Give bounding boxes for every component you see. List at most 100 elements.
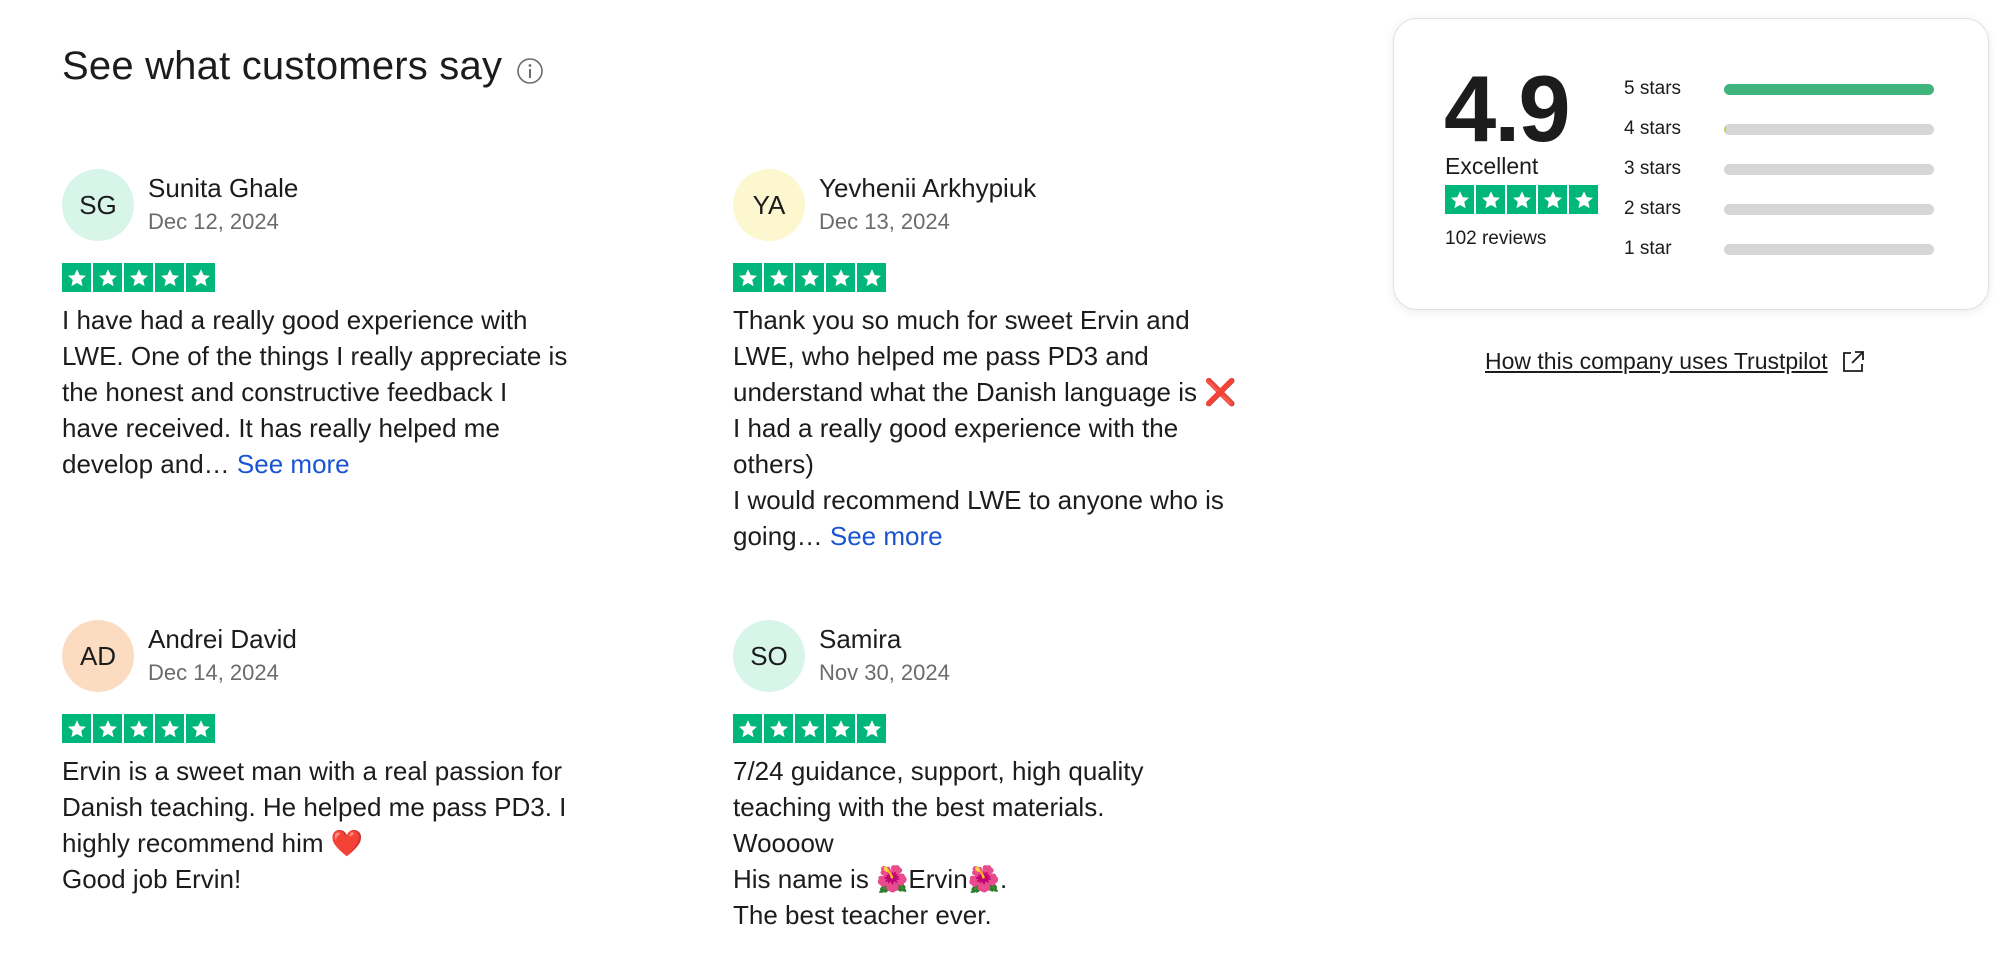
review-header: YA Yevhenii Arkhypiuk Dec 13, 2024 <box>733 169 1293 241</box>
review-line-text: I would recommend LWE to anyone who is <box>733 485 1224 515</box>
star-icon <box>1507 185 1536 214</box>
star-icon <box>795 263 824 292</box>
star-icon <box>857 714 886 743</box>
review-line-text: The best teacher ever. <box>733 900 992 930</box>
review-card: AD Andrei David Dec 14, 2024 Ervin is a swe… <box>62 620 622 897</box>
review-text: Thank you so much for sweet Ervin and LWE… <box>733 302 1293 554</box>
trustpilot-link-text[interactable]: How this company uses Trustpilot <box>1485 348 1828 375</box>
review-text-line: going… See more <box>733 518 1293 554</box>
distribution-label: 5 stars <box>1624 78 1682 99</box>
review-text-line: develop and… See more <box>62 446 622 482</box>
review-line-text: LWE. One of the things I really apprecia… <box>62 341 568 371</box>
star-icon <box>124 714 153 743</box>
review-line-text: the honest and constructive feedback I <box>62 377 508 407</box>
star-icon <box>1569 185 1598 214</box>
star-icon <box>124 263 153 292</box>
review-text-line: the honest and constructive feedback I <box>62 374 622 410</box>
review-text: Ervin is a sweet man with a real passion… <box>62 753 622 897</box>
review-text-line: 7/24 guidance, support, high quality <box>733 753 1293 789</box>
distribution-bar-fill <box>1724 123 1727 135</box>
distribution-row[interactable]: 5 stars <box>1624 69 1934 109</box>
review-card: SO Samira Nov 30, 2024 7/24 guidance, suppo… <box>733 620 1293 933</box>
review-line-text: highly recommend him ❤️ <box>62 828 364 858</box>
review-text-line: I have had a really good experience with <box>62 302 622 338</box>
star-icon <box>1476 185 1505 214</box>
review-line-text: I have had a really good experience with <box>62 305 528 335</box>
review-line-text: Ervin is a sweet man with a real passion… <box>62 756 562 786</box>
review-text-line: LWE, who helped me pass PD3 and <box>733 338 1293 374</box>
distribution-label: 4 stars <box>1624 118 1682 139</box>
review-text-line: Thank you so much for sweet Ervin and <box>733 302 1293 338</box>
star-icon <box>93 714 122 743</box>
reviewer-name: Samira <box>819 624 902 654</box>
review-text: I have had a really good experience with… <box>62 302 622 482</box>
avatar: YA <box>733 169 805 241</box>
review-count: 102 reviews <box>1445 228 1547 249</box>
review-date: Dec 13, 2024 <box>819 209 950 234</box>
star-icon <box>733 714 762 743</box>
trustpilot-info-link[interactable]: How this company uses Trustpilot <box>1485 348 1866 375</box>
review-text-line: LWE. One of the things I really apprecia… <box>62 338 622 374</box>
info-icon[interactable] <box>516 57 544 85</box>
reviewer-name: Yevhenii Arkhypiuk <box>819 173 1037 203</box>
distribution-bar <box>1724 83 1934 95</box>
star-icon <box>155 714 184 743</box>
rating-summary-card: 4.9 Excellent 102 reviews 5 stars 4 stars… <box>1393 18 1989 310</box>
review-rating-stars <box>733 714 1293 743</box>
star-icon <box>826 714 855 743</box>
review-line-text: 7/24 guidance, support, high quality <box>733 756 1144 786</box>
rating-label: Excellent <box>1445 153 1539 179</box>
star-icon <box>1538 185 1567 214</box>
avatar: SG <box>62 169 134 241</box>
summary-stars <box>1445 185 1598 214</box>
distribution-bar <box>1724 123 1934 135</box>
star-icon <box>186 714 215 743</box>
reviewer-name: Sunita Ghale <box>148 173 299 203</box>
distribution-row[interactable]: 1 star <box>1624 229 1934 269</box>
review-text-line: highly recommend him ❤️ <box>62 825 622 861</box>
review-line-text: teaching with the best materials. <box>733 792 1105 822</box>
rating-score: 4.9 <box>1444 56 1571 161</box>
star-icon <box>62 714 91 743</box>
distribution-row[interactable]: 2 stars <box>1624 189 1934 229</box>
review-rating-stars <box>733 263 1293 292</box>
distribution-bar-fill <box>1724 83 1934 95</box>
review-text-line: have received. It has really helped me <box>62 410 622 446</box>
star-icon <box>795 714 824 743</box>
review-text-line: Danish teaching. He helped me pass PD3. … <box>62 789 622 825</box>
distribution-bar <box>1724 203 1934 215</box>
review-card: SG Sunita Ghale Dec 12, 2024 I have had a r… <box>62 169 622 482</box>
page-title: See what customers say <box>62 44 503 88</box>
review-text-line: I had a really good experience with the <box>733 410 1293 446</box>
review-line-text: Woooow <box>733 828 834 858</box>
star-icon <box>62 263 91 292</box>
distribution-label: 2 stars <box>1624 198 1682 219</box>
review-date: Dec 12, 2024 <box>148 209 279 234</box>
reviews-heading: See what customers say <box>62 44 544 89</box>
review-line-text: going… <box>733 521 823 551</box>
avatar: SO <box>733 620 805 692</box>
review-text-line: Woooow <box>733 825 1293 861</box>
review-line-text: Good job Ervin! <box>62 864 242 894</box>
see-more-link[interactable]: See more <box>830 521 943 551</box>
review-line-text: His name is 🌺Ervin🌺. <box>733 864 1008 894</box>
review-card: YA Yevhenii Arkhypiuk Dec 13, 2024 Thank yo… <box>733 169 1293 554</box>
review-line-text: Thank you so much for sweet Ervin and <box>733 305 1190 335</box>
see-more-link[interactable]: See more <box>237 449 350 479</box>
star-icon <box>857 263 886 292</box>
review-header: AD Andrei David Dec 14, 2024 <box>62 620 622 692</box>
review-line-text: understand what the Danish language is ❌ <box>733 377 1237 407</box>
distribution-row[interactable]: 4 stars <box>1624 109 1934 149</box>
review-text-line: The best teacher ever. <box>733 897 1293 933</box>
distribution-bar <box>1724 243 1934 255</box>
distribution-label: 1 star <box>1624 238 1672 259</box>
review-line-text: develop and… <box>62 449 230 479</box>
distribution-row[interactable]: 3 stars <box>1624 149 1934 189</box>
review-text-line: understand what the Danish language is ❌ <box>733 374 1293 410</box>
star-icon <box>764 263 793 292</box>
review-line-text: LWE, who helped me pass PD3 and <box>733 341 1149 371</box>
review-line-text: have received. It has really helped me <box>62 413 500 443</box>
review-date: Nov 30, 2024 <box>819 660 950 685</box>
distribution-label: 3 stars <box>1624 158 1682 179</box>
review-header: SG Sunita Ghale Dec 12, 2024 <box>62 169 622 241</box>
